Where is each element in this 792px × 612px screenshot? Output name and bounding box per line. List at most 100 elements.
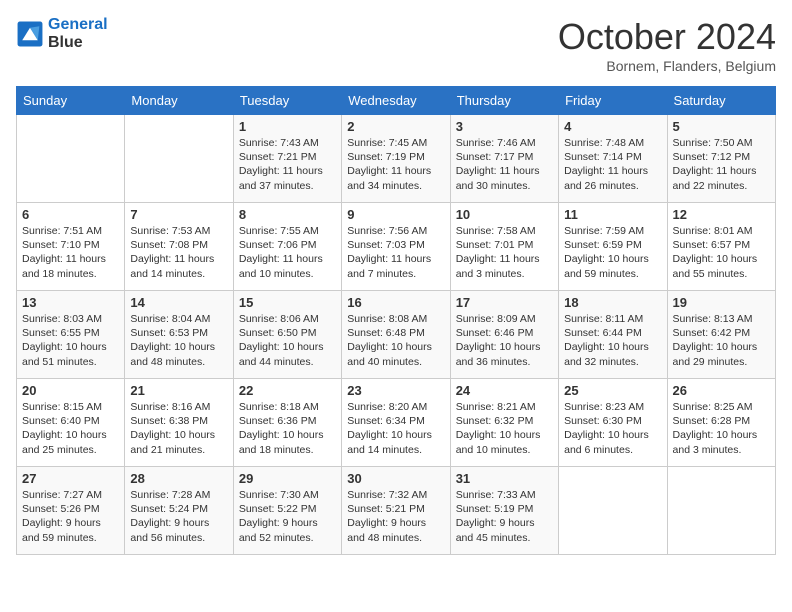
header-cell-friday: Friday: [559, 87, 667, 115]
day-cell: 25Sunrise: 8:23 AMSunset: 6:30 PMDayligh…: [559, 379, 667, 467]
day-cell: 10 Sunrise: 7:58 AMSunset: 7:01 PMDayligh…: [450, 203, 558, 291]
day-cell: 22 Sunrise: 8:18 AMSunset: 6:36 PMDayligh…: [233, 379, 341, 467]
day-cell: [17, 115, 125, 203]
day-cell: 2 Sunrise: 7:45 AMSunset: 7:19 PMDaylight…: [342, 115, 450, 203]
day-number: 12: [673, 207, 770, 222]
day-info: Sunrise: 8:21 AMSunset: 6:32 PMDaylight:…: [456, 400, 553, 457]
day-number: 31: [456, 471, 553, 486]
day-number: 27: [22, 471, 119, 486]
day-number: 18: [564, 295, 661, 310]
day-cell: 17 Sunrise: 8:09 AMSunset: 6:46 PMDayligh…: [450, 291, 558, 379]
title-block: October 2024 Bornem, Flanders, Belgium: [558, 16, 776, 74]
day-number: 22: [239, 383, 336, 398]
day-info: Sunrise: 8:04 AMSunset: 6:53 PMDaylight:…: [130, 312, 227, 369]
day-cell: 24 Sunrise: 8:21 AMSunset: 6:32 PMDayligh…: [450, 379, 558, 467]
week-row-4: 20 Sunrise: 8:15 AMSunset: 6:40 PMDayligh…: [17, 379, 776, 467]
week-row-3: 13 Sunrise: 8:03 AMSunset: 6:55 PMDayligh…: [17, 291, 776, 379]
day-info: Sunrise: 8:25 AMSunset: 6:28 PMDaylight:…: [673, 400, 770, 457]
day-info: Sunrise: 7:33 AMSunset: 5:19 PMDaylight:…: [456, 488, 553, 545]
day-cell: 9 Sunrise: 7:56 AMSunset: 7:03 PMDaylight…: [342, 203, 450, 291]
day-number: 9: [347, 207, 444, 222]
day-number: 19: [673, 295, 770, 310]
day-cell: 6Sunrise: 7:51 AMSunset: 7:10 PMDaylight…: [17, 203, 125, 291]
day-number: 23: [347, 383, 444, 398]
day-cell: 3Sunrise: 7:46 AMSunset: 7:17 PMDaylight…: [450, 115, 558, 203]
header-cell-tuesday: Tuesday: [233, 87, 341, 115]
location: Bornem, Flanders, Belgium: [558, 58, 776, 74]
month-title: October 2024: [558, 16, 776, 58]
day-info: Sunrise: 7:43 AMSunset: 7:21 PMDaylight:…: [239, 136, 336, 193]
day-info: Sunrise: 8:01 AMSunset: 6:57 PMDaylight:…: [673, 224, 770, 281]
day-info: Sunrise: 8:18 AMSunset: 6:36 PMDaylight:…: [239, 400, 336, 457]
logo: General Blue: [16, 16, 108, 52]
day-info: Sunrise: 8:03 AMSunset: 6:55 PMDaylight:…: [22, 312, 119, 369]
day-cell: 4 Sunrise: 7:48 AMSunset: 7:14 PMDaylight…: [559, 115, 667, 203]
day-number: 4: [564, 119, 661, 134]
day-cell: 16 Sunrise: 8:08 AMSunset: 6:48 PMDayligh…: [342, 291, 450, 379]
day-info: Sunrise: 8:13 AMSunset: 6:42 PMDaylight:…: [673, 312, 770, 369]
day-cell: 8 Sunrise: 7:55 AMSunset: 7:06 PMDaylight…: [233, 203, 341, 291]
day-number: 29: [239, 471, 336, 486]
header-row: SundayMondayTuesdayWednesdayThursdayFrid…: [17, 87, 776, 115]
week-row-2: 6Sunrise: 7:51 AMSunset: 7:10 PMDaylight…: [17, 203, 776, 291]
day-number: 24: [456, 383, 553, 398]
day-cell: 30Sunrise: 7:32 AMSunset: 5:21 PMDayligh…: [342, 467, 450, 555]
day-number: 8: [239, 207, 336, 222]
day-number: 26: [673, 383, 770, 398]
day-number: 5: [673, 119, 770, 134]
day-cell: 12 Sunrise: 8:01 AMSunset: 6:57 PMDayligh…: [667, 203, 775, 291]
header-cell-monday: Monday: [125, 87, 233, 115]
day-number: 15: [239, 295, 336, 310]
day-cell: 20 Sunrise: 8:15 AMSunset: 6:40 PMDayligh…: [17, 379, 125, 467]
day-info: Sunrise: 7:46 AMSunset: 7:17 PMDaylight:…: [456, 136, 553, 193]
header-cell-wednesday: Wednesday: [342, 87, 450, 115]
header-cell-saturday: Saturday: [667, 87, 775, 115]
day-number: 16: [347, 295, 444, 310]
day-info: Sunrise: 7:59 AMSunset: 6:59 PMDaylight:…: [564, 224, 661, 281]
day-cell: 11 Sunrise: 7:59 AMSunset: 6:59 PMDayligh…: [559, 203, 667, 291]
day-info: Sunrise: 7:32 AMSunset: 5:21 PMDaylight:…: [347, 488, 444, 545]
header-cell-sunday: Sunday: [17, 87, 125, 115]
day-info: Sunrise: 7:56 AMSunset: 7:03 PMDaylight:…: [347, 224, 444, 281]
day-number: 14: [130, 295, 227, 310]
week-row-5: 27Sunrise: 7:27 AMSunset: 5:26 PMDayligh…: [17, 467, 776, 555]
logo-text: General Blue: [48, 16, 108, 52]
day-number: 17: [456, 295, 553, 310]
day-info: Sunrise: 8:06 AMSunset: 6:50 PMDaylight:…: [239, 312, 336, 369]
day-info: Sunrise: 8:15 AMSunset: 6:40 PMDaylight:…: [22, 400, 119, 457]
day-cell: [667, 467, 775, 555]
header-cell-thursday: Thursday: [450, 87, 558, 115]
week-row-1: 1 Sunrise: 7:43 AMSunset: 7:21 PMDaylight…: [17, 115, 776, 203]
day-info: Sunrise: 8:11 AMSunset: 6:44 PMDaylight:…: [564, 312, 661, 369]
day-number: 11: [564, 207, 661, 222]
day-cell: 26 Sunrise: 8:25 AMSunset: 6:28 PMDayligh…: [667, 379, 775, 467]
day-info: Sunrise: 8:09 AMSunset: 6:46 PMDaylight:…: [456, 312, 553, 369]
day-cell: 29 Sunrise: 7:30 AMSunset: 5:22 PMDayligh…: [233, 467, 341, 555]
day-cell: 15 Sunrise: 8:06 AMSunset: 6:50 PMDayligh…: [233, 291, 341, 379]
day-number: 20: [22, 383, 119, 398]
day-info: Sunrise: 8:23 AMSunset: 6:30 PMDaylight:…: [564, 400, 661, 457]
day-cell: 1 Sunrise: 7:43 AMSunset: 7:21 PMDaylight…: [233, 115, 341, 203]
day-info: Sunrise: 8:20 AMSunset: 6:34 PMDaylight:…: [347, 400, 444, 457]
day-info: Sunrise: 7:45 AMSunset: 7:19 PMDaylight:…: [347, 136, 444, 193]
day-cell: 23 Sunrise: 8:20 AMSunset: 6:34 PMDayligh…: [342, 379, 450, 467]
day-info: Sunrise: 7:55 AMSunset: 7:06 PMDaylight:…: [239, 224, 336, 281]
day-info: Sunrise: 7:30 AMSunset: 5:22 PMDaylight:…: [239, 488, 336, 545]
day-number: 21: [130, 383, 227, 398]
day-info: Sunrise: 7:53 AMSunset: 7:08 PMDaylight:…: [130, 224, 227, 281]
day-cell: 28Sunrise: 7:28 AMSunset: 5:24 PMDayligh…: [125, 467, 233, 555]
day-cell: [125, 115, 233, 203]
day-info: Sunrise: 7:58 AMSunset: 7:01 PMDaylight:…: [456, 224, 553, 281]
day-info: Sunrise: 7:50 AMSunset: 7:12 PMDaylight:…: [673, 136, 770, 193]
day-cell: 18 Sunrise: 8:11 AMSunset: 6:44 PMDayligh…: [559, 291, 667, 379]
day-info: Sunrise: 7:48 AMSunset: 7:14 PMDaylight:…: [564, 136, 661, 193]
day-number: 10: [456, 207, 553, 222]
day-number: 2: [347, 119, 444, 134]
day-number: 28: [130, 471, 227, 486]
day-number: 1: [239, 119, 336, 134]
day-cell: 27Sunrise: 7:27 AMSunset: 5:26 PMDayligh…: [17, 467, 125, 555]
day-info: Sunrise: 8:16 AMSunset: 6:38 PMDaylight:…: [130, 400, 227, 457]
day-info: Sunrise: 8:08 AMSunset: 6:48 PMDaylight:…: [347, 312, 444, 369]
day-number: 13: [22, 295, 119, 310]
day-cell: [559, 467, 667, 555]
